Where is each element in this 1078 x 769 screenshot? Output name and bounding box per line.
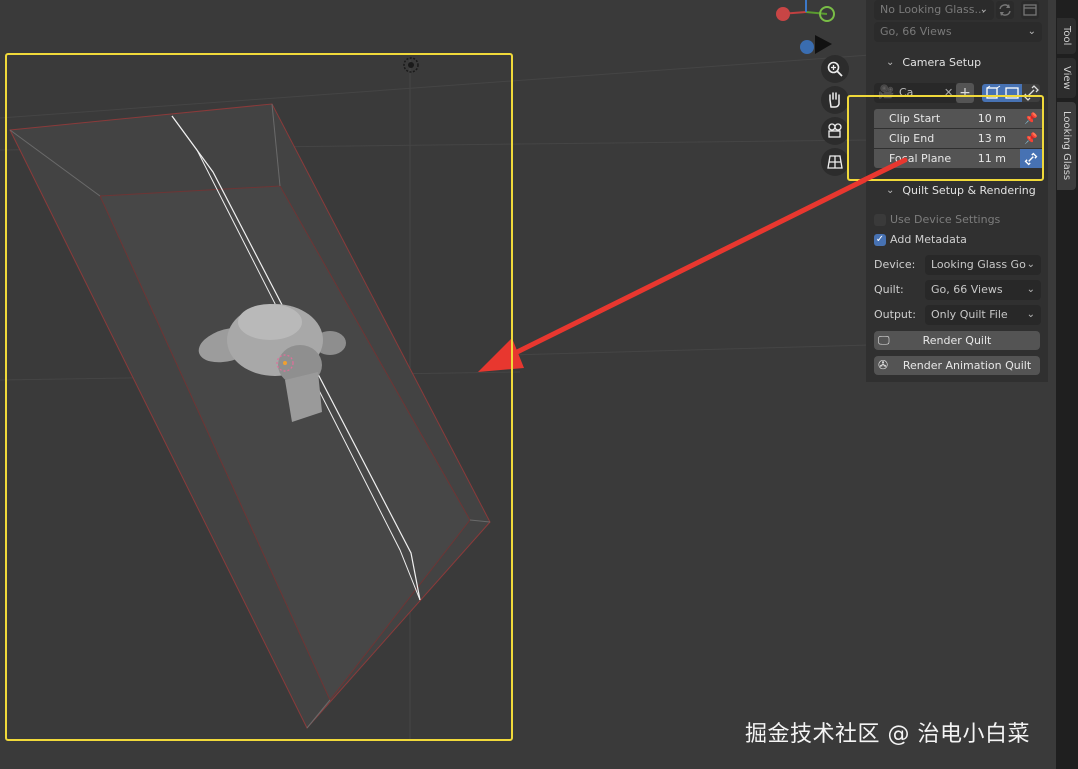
chevron-down-icon: ⌄ [1026, 259, 1035, 270]
device-label: Device: [874, 258, 916, 271]
device-dropdown[interactable]: Looking Glass Go ⌄ [925, 255, 1041, 275]
film-reel-icon: ✇ [878, 358, 889, 372]
watermark: 掘金技术社区 @ 治电小白菜 [745, 722, 1030, 747]
tab-view[interactable]: View [1057, 58, 1076, 98]
render-quilt-button[interactable]: 🖵 Render Quilt [874, 331, 1040, 350]
tab-looking-glass[interactable]: Looking Glass [1057, 102, 1076, 190]
quilt-dropdown[interactable]: Go, 66 Views ⌄ [925, 280, 1041, 300]
quilt-setup-header[interactable]: ⌄ Quilt Setup & Rendering [886, 184, 1036, 197]
render-animation-quilt-button[interactable]: ✇ Render Animation Quilt [874, 356, 1040, 375]
annotation-arrow-tail [857, 157, 908, 185]
add-metadata-checkbox[interactable]: ✓ [874, 234, 886, 246]
sidebar-tabs: Tool View Looking Glass [1056, 0, 1078, 769]
use-device-settings-label: Use Device Settings [890, 213, 1001, 226]
quilt-label: Quilt: [874, 283, 904, 296]
chevron-down-icon: ⌄ [886, 185, 895, 196]
chevron-down-icon: ⌄ [1026, 284, 1035, 295]
render-icon: 🖵 [878, 333, 890, 347]
use-device-settings-checkbox[interactable] [874, 214, 886, 226]
output-label: Output: [874, 308, 916, 321]
add-metadata-label: Add Metadata [890, 233, 967, 246]
chevron-down-icon: ⌄ [1026, 309, 1035, 320]
tab-tool[interactable]: Tool [1057, 18, 1076, 54]
output-dropdown[interactable]: Only Quilt File ⌄ [925, 305, 1041, 325]
